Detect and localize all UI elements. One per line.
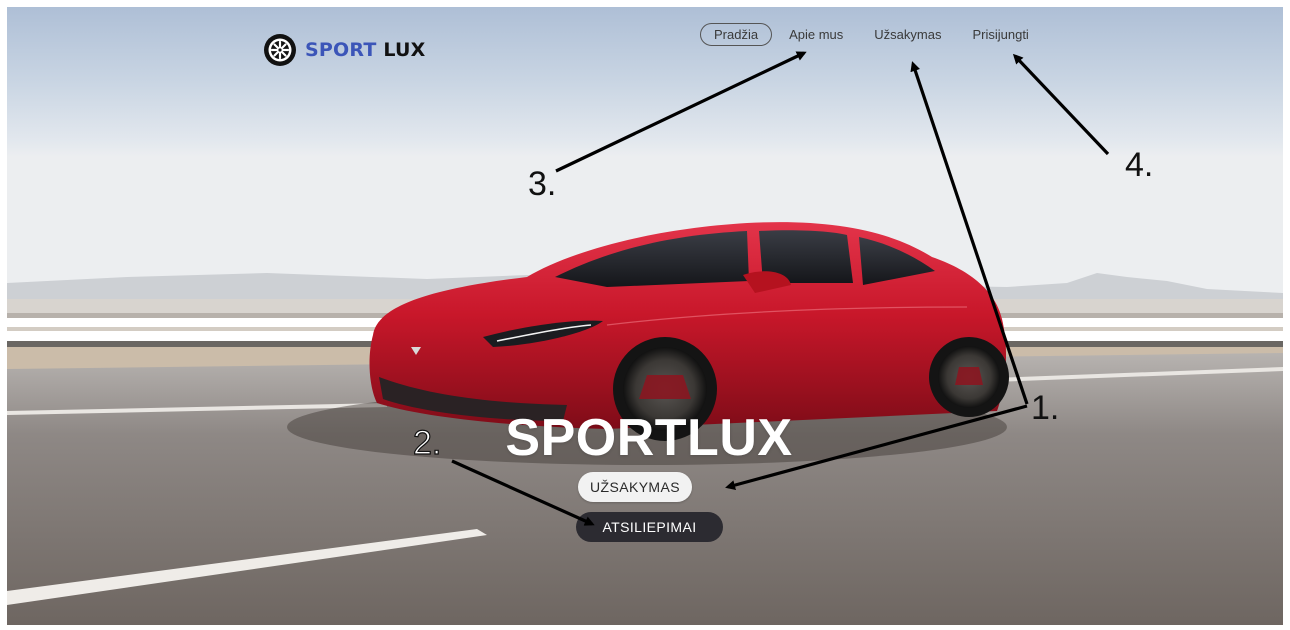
hero-section: SPORT LUX Pradžia Apie mus Užsakymas Pri… (7, 7, 1283, 625)
hero-title: SPORTLUX (505, 409, 793, 467)
nav-link-home[interactable]: Pradžia (700, 23, 773, 46)
order-button[interactable]: UŽSAKYMAS (578, 472, 692, 502)
wheel-icon (264, 34, 296, 66)
nav-link-order[interactable]: Užsakymas (860, 23, 955, 46)
nav-link-login[interactable]: Prisijungti (958, 23, 1042, 46)
logo-text-sport: SPORT (305, 39, 377, 61)
logo-text: SPORT LUX (305, 39, 425, 61)
site-logo[interactable]: SPORT LUX (263, 33, 425, 67)
main-navigation: Pradžia Apie mus Užsakymas Prisijungti (700, 23, 1045, 46)
reviews-button[interactable]: ATSILIEPIMAI (576, 512, 723, 542)
nav-link-about[interactable]: Apie mus (775, 23, 857, 46)
logo-text-lux: LUX (383, 39, 426, 61)
